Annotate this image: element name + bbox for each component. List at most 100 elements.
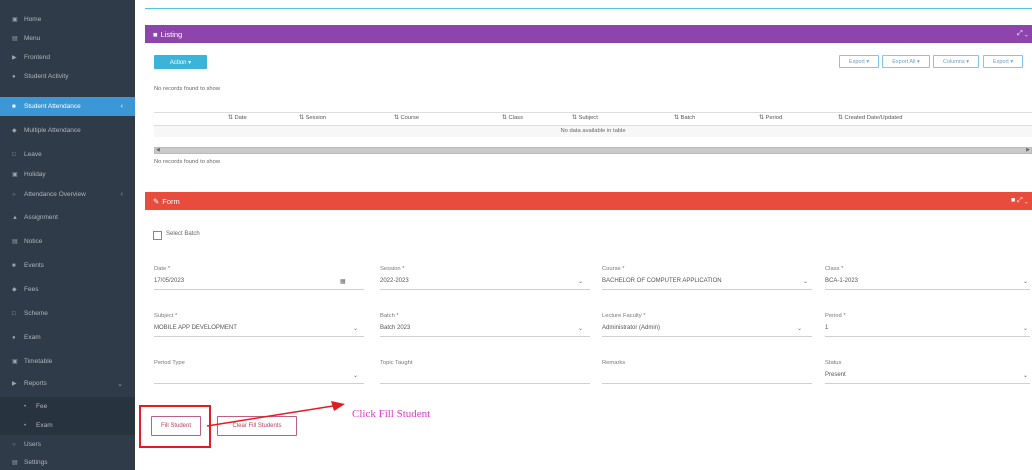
sidebar-item-users[interactable]: ○ Users [0,435,135,454]
sidebar-item-leave[interactable]: □ Leave [0,145,135,164]
chevron-down-icon[interactable]: ⌄ [797,325,802,332]
chevron-down-icon[interactable]: ⌄ [353,325,358,332]
sidebar-item-holiday[interactable]: ▣ Holiday [0,165,135,184]
date-label: Date * [154,266,171,272]
column-header-date[interactable]: ⇅ Date [228,115,247,121]
scroll-right-icon[interactable]: ▶ [1026,147,1030,153]
sidebar-item-label: Exam [36,422,53,429]
scheme-icon: □ [12,310,16,317]
sidebar-item-notice[interactable]: ▤ Notice [0,232,135,251]
column-header-subject[interactable]: ⇅ Subject [572,115,598,121]
sidebar-item-timetable[interactable]: ▣ Timetable [0,352,135,371]
sidebar-item-fees[interactable]: ◆ Fees [0,280,135,299]
sidebar-subitem-exam[interactable]: • Exam [0,416,135,435]
class-underline [825,289,1030,290]
action-dropdown-button[interactable]: Action ▾ [154,55,207,69]
attendance-icon: ■ [12,103,16,110]
status-select[interactable]: Present [825,372,846,378]
collapse-icon[interactable]: ⤢ ⌄ [1017,30,1028,38]
select-batch-label: Select Batch [166,231,200,237]
date-underline [154,289,364,290]
settings-icon: ▤ [12,460,18,466]
instruction-annotation: Click Fill Student [352,408,431,420]
multiple-attendance-icon: ◆ [12,128,17,134]
table-header-row: ⇅ Date ⇅ Session ⇅ Course ⇅ Class ⇅ Subj… [154,112,1032,126]
export-button[interactable]: Export ▾ [839,55,879,68]
reports-icon: ▶ [12,381,17,387]
column-header-period[interactable]: ⇅ Period [759,115,782,121]
sidebar-item-reports[interactable]: ▶ Reports ⌄ [0,374,135,393]
events-icon: ■ [12,262,16,269]
class-select[interactable]: BCA-1-2023 [825,278,858,284]
column-header-course[interactable]: ⇅ Course [394,115,419,121]
period-select[interactable]: 1 [825,325,828,331]
exam-icon: ● [12,334,16,341]
sidebar-item-menu[interactable]: ▤ Menu [0,29,135,48]
columns-button[interactable]: Columns ▾ [933,55,979,68]
frontend-icon: ▶ [12,55,17,61]
sidebar-item-label: Events [24,262,44,269]
sidebar-item-student-attendance[interactable]: ■ Student Attendance ‹ [0,97,135,116]
chevron-down-icon[interactable]: ⌄ [1023,372,1028,379]
status-underline [825,383,1030,384]
subject-select[interactable]: MOBILE APP DEVELOPMENT [154,325,237,331]
course-select[interactable]: BACHELOR OF COMPUTER APPLICATION [602,278,722,284]
column-header-created-date[interactable]: ⇅ Created Date/Updated [838,115,902,121]
fill-student-highlight [139,405,211,448]
chevron-down-icon[interactable]: ⌄ [578,325,583,332]
sidebar-item-label: Fees [24,286,39,293]
form-panel-header: ✎ Form ■ ⤢ ⌄ [145,192,1032,210]
leave-icon: □ [12,151,16,158]
session-label: Session * [380,266,405,272]
chevron-down-icon: ⌄ [117,380,123,388]
column-label: Date [234,115,247,121]
sidebar-item-events[interactable]: ■ Events [0,256,135,275]
sidebar-item-assignment[interactable]: ▲ Assignment [0,208,135,227]
sidebar-item-label: Frontend [24,54,51,61]
arrow-icon [206,401,345,427]
scroll-left-icon[interactable]: ◀ [156,147,160,153]
column-label: Course [400,115,420,121]
sidebar-item-multiple-attendance[interactable]: ◆ Multiple Attendance [0,121,135,140]
session-select[interactable]: 2022-2023 [380,278,409,284]
records-info-top: No records found to show [154,86,221,92]
column-header-batch[interactable]: ⇅ Batch [674,115,695,121]
sidebar-item-label: Settings [24,459,48,466]
column-label: Created Date/Updated [844,115,903,121]
sidebar-item-scheme[interactable]: □ Scheme [0,304,135,323]
topic-taught-label: Topic Taught [380,360,413,366]
lecture-faculty-select[interactable]: Administrator (Admin) [602,325,660,331]
sidebar-item-label: Student Attendance [24,103,81,110]
column-header-class[interactable]: ⇅ Class [502,115,523,121]
export-more-button[interactable]: Export ▾ [983,55,1023,68]
select-batch-checkbox[interactable] [153,231,162,240]
sidebar-item-settings[interactable]: ▤ Settings [0,453,135,470]
sidebar-item-student-activity[interactable]: ● Student Activity [0,67,135,86]
sidebar-subitem-fee[interactable]: • Fee [0,397,135,416]
status-label: Status [825,360,842,366]
export-all-button[interactable]: Export All ▾ [882,55,930,68]
batch-select[interactable]: Batch 2023 [380,325,410,331]
sidebar-item-exam[interactable]: ● Exam [0,328,135,347]
date-field[interactable]: 17/05/2023 [154,278,184,284]
horizontal-scrollbar[interactable]: ◀ ▶ [154,147,1032,154]
calendar-icon[interactable]: ▦ [340,278,346,285]
column-label: Class [508,115,523,121]
sidebar-item-attendance-overview[interactable]: ○ Attendance Overview ‹ [0,185,135,204]
sidebar-item-home[interactable]: ▣ Home [0,10,135,29]
column-label: Subject [578,115,598,121]
notice-icon: ▤ [12,239,18,245]
panel-tools-icon[interactable]: ■ ⤢ ⌄ [1011,197,1028,205]
lecture-faculty-label: Lecture Faculty * [602,313,646,319]
sidebar-item-frontend[interactable]: ▶ Frontend [0,48,135,67]
chevron-down-icon[interactable]: ⌄ [578,278,583,285]
course-label: Course * [602,266,625,272]
column-header-session[interactable]: ⇅ Session [299,115,326,121]
chevron-down-icon[interactable]: ⌄ [1023,278,1028,285]
subject-underline [154,336,364,337]
chevron-down-icon[interactable]: ⌄ [1023,325,1028,332]
period-type-underline [154,383,364,384]
chevron-down-icon[interactable]: ⌄ [803,278,808,285]
chevron-down-icon[interactable]: ⌄ [353,372,358,379]
sidebar-item-label: Leave [24,151,42,158]
